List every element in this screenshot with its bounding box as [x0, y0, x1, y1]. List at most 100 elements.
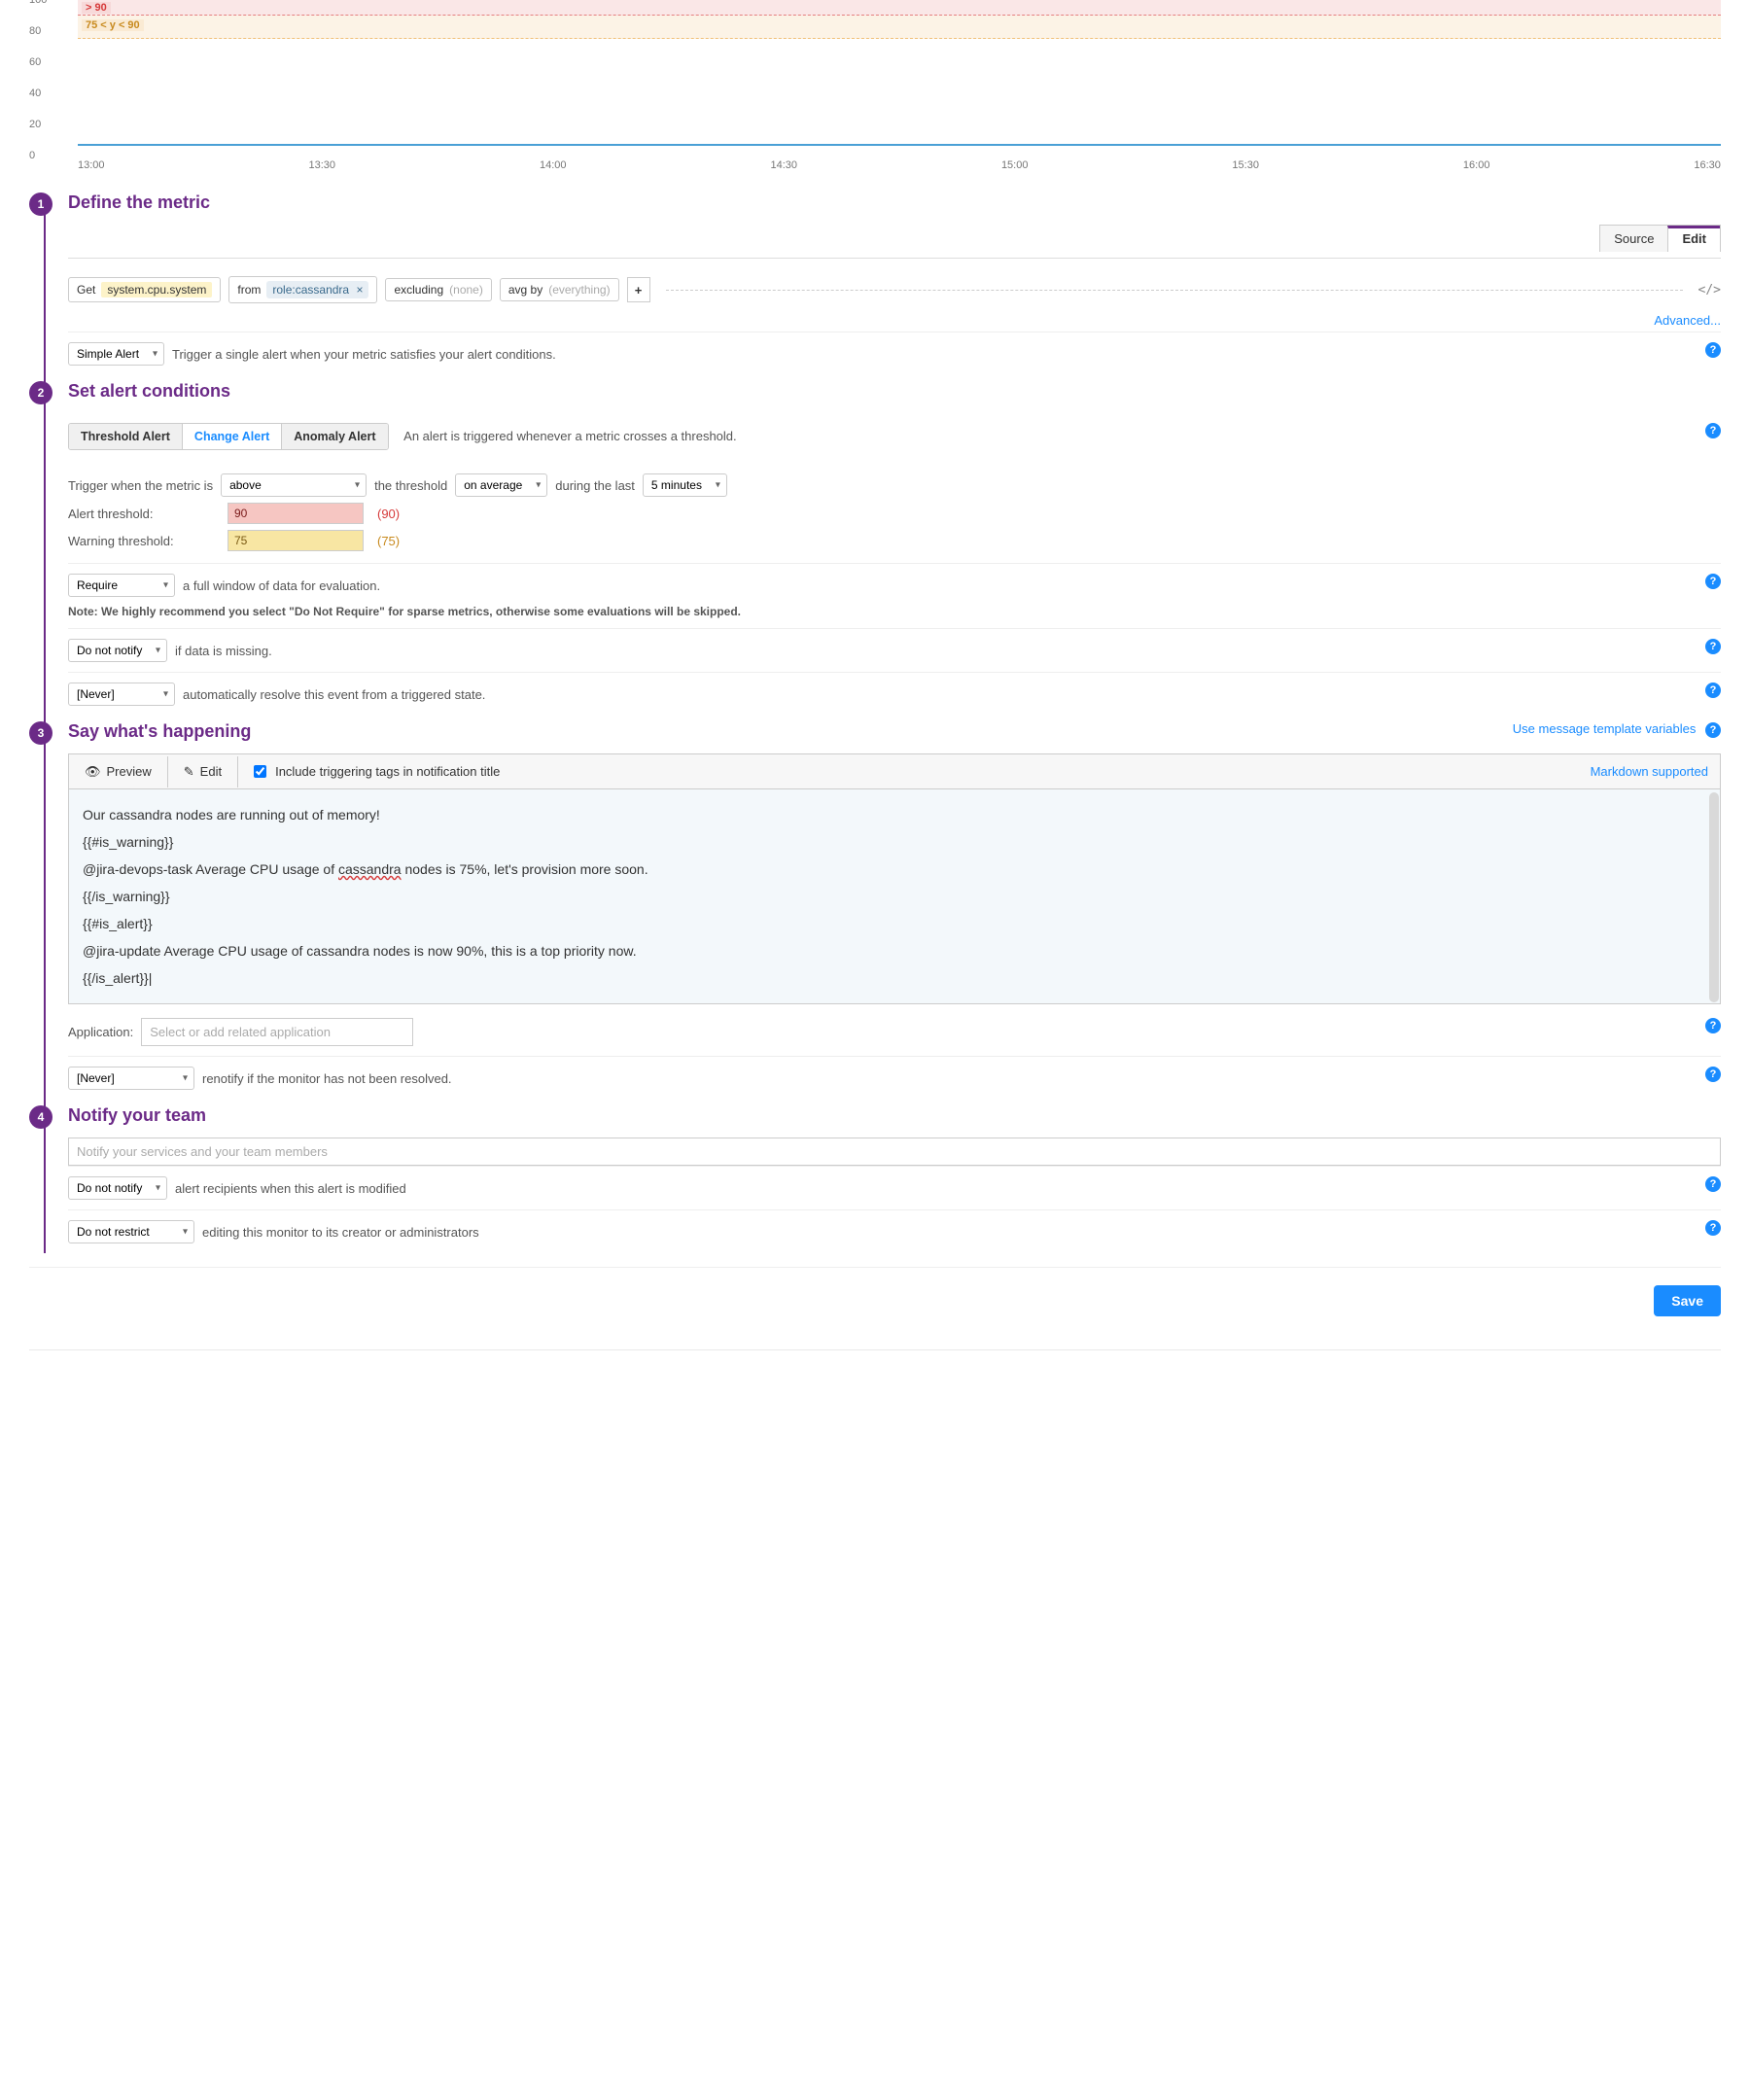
- help-icon[interactable]: ?: [1705, 639, 1721, 654]
- alert-threshold-display: (90): [377, 507, 400, 521]
- help-icon[interactable]: ?: [1705, 1220, 1721, 1236]
- trigger-mid: the threshold: [374, 478, 447, 493]
- tab-preview[interactable]: 👁 Preview: [69, 756, 168, 788]
- time-window-select[interactable]: 5 minutes: [643, 473, 727, 497]
- include-tags-label: Include triggering tags in notification …: [275, 764, 500, 779]
- from-label: from: [237, 283, 261, 297]
- application-input[interactable]: [141, 1018, 413, 1046]
- alert-method-description: An alert is triggered whenever a metric …: [403, 429, 737, 443]
- help-icon[interactable]: ?: [1705, 1176, 1721, 1192]
- message-toolbar: 👁 Preview ✎ Edit Include triggering tags…: [68, 753, 1721, 788]
- aggregation-select[interactable]: on average: [455, 473, 547, 497]
- tab-threshold-alert[interactable]: Threshold Alert: [69, 424, 182, 449]
- help-icon[interactable]: ?: [1705, 423, 1721, 438]
- include-tags-checkbox[interactable]: [254, 765, 266, 778]
- scope-tag-label: role:cassandra: [272, 283, 349, 297]
- chart-plot-area[interactable]: > 90 75 < y < 90: [78, 0, 1721, 156]
- chart-x-axis: 13:00 13:30 14:00 14:30 15:00 15:30 16:0…: [78, 159, 1721, 171]
- x-tick: 14:00: [540, 159, 567, 171]
- y-tick: 20: [29, 119, 41, 130]
- markdown-supported-link[interactable]: Markdown supported: [1579, 756, 1720, 787]
- section-title-alert-conditions: 2 Set alert conditions: [68, 381, 1721, 402]
- alert-threshold-input[interactable]: [228, 503, 364, 524]
- tab-change-alert[interactable]: Change Alert: [182, 424, 281, 449]
- y-tick: 100: [29, 0, 47, 6]
- close-icon[interactable]: ×: [356, 283, 363, 297]
- alert-threshold-label: Alert threshold:: [68, 507, 214, 521]
- renotify-text: renotify if the monitor has not been res…: [202, 1071, 452, 1086]
- y-tick: 80: [29, 25, 41, 37]
- step-badge-1: 1: [29, 192, 52, 216]
- tab-source[interactable]: Source: [1600, 226, 1667, 252]
- avg-by-value: (everything): [548, 283, 610, 297]
- notify-on-edit-select[interactable]: Do not notify: [68, 1176, 167, 1200]
- require-text: a full window of data for evaluation.: [183, 578, 380, 593]
- chart-alert-label: > 90: [82, 2, 111, 14]
- warning-threshold-display: (75): [377, 534, 400, 548]
- section-title-label: Set alert conditions: [68, 381, 230, 401]
- excluding-label: excluding: [394, 283, 443, 297]
- section-title-notify-team: 4 Notify your team: [68, 1105, 1721, 1126]
- x-tick: 15:00: [1001, 159, 1029, 171]
- comparison-select[interactable]: above: [221, 473, 367, 497]
- autoresolve-select[interactable]: [Never]: [68, 682, 175, 706]
- x-tick: 15:30: [1232, 159, 1259, 171]
- aggregate-pill[interactable]: avg by (everything): [500, 278, 619, 301]
- tab-edit-message[interactable]: ✎ Edit: [168, 756, 238, 788]
- chart-alert-band: [78, 0, 1721, 16]
- application-label: Application:: [68, 1025, 133, 1039]
- eye-icon: 👁: [85, 764, 101, 780]
- help-icon[interactable]: ?: [1705, 682, 1721, 698]
- x-tick: 13:30: [308, 159, 335, 171]
- x-tick: 16:30: [1694, 159, 1721, 171]
- metric-name-chip[interactable]: system.cpu.system: [101, 282, 212, 298]
- x-tick: 14:30: [770, 159, 797, 171]
- warning-threshold-input[interactable]: [228, 530, 364, 551]
- renotify-select[interactable]: [Never]: [68, 1067, 194, 1090]
- autoresolve-text: automatically resolve this event from a …: [183, 687, 485, 702]
- y-tick: 60: [29, 56, 41, 68]
- advanced-link[interactable]: Advanced...: [1654, 313, 1721, 328]
- help-icon[interactable]: ?: [1705, 1067, 1721, 1082]
- preview-label: Preview: [107, 764, 152, 779]
- tab-edit[interactable]: Edit: [1667, 226, 1720, 252]
- chart-series-line: [78, 144, 1721, 146]
- edit-label: Edit: [200, 764, 222, 779]
- section-title-say-whats-happening: 3 Say what's happening Use message templ…: [68, 721, 1721, 742]
- excluding-value: (none): [449, 283, 483, 297]
- tab-anomaly-alert[interactable]: Anomaly Alert: [281, 424, 387, 449]
- scope-tag[interactable]: role:cassandra ×: [266, 281, 368, 298]
- metric-query-row: Get system.cpu.system from role:cassandr…: [68, 272, 1721, 313]
- from-pill[interactable]: from role:cassandra ×: [228, 276, 377, 303]
- alert-type-description: Trigger a single alert when your metric …: [172, 347, 556, 362]
- chart-warning-band: [78, 16, 1721, 39]
- message-textarea[interactable]: Our cassandra nodes are running out of m…: [68, 788, 1721, 1004]
- add-query-button[interactable]: +: [627, 277, 650, 302]
- require-select[interactable]: Require: [68, 574, 175, 597]
- source-edit-toggle: Source Edit: [1599, 225, 1721, 252]
- notify-on-edit-text: alert recipients when this alert is modi…: [175, 1181, 406, 1196]
- excluding-pill[interactable]: excluding (none): [385, 278, 491, 301]
- trigger-prefix: Trigger when the metric is: [68, 478, 213, 493]
- missing-data-select[interactable]: Do not notify: [68, 639, 167, 662]
- x-tick: 16:00: [1463, 159, 1490, 171]
- help-icon[interactable]: ?: [1705, 342, 1721, 358]
- scrollbar[interactable]: [1709, 792, 1719, 1002]
- dashed-connector: [666, 290, 1683, 291]
- notify-team-input[interactable]: [68, 1138, 1721, 1166]
- restrict-edit-select[interactable]: Do not restrict: [68, 1220, 194, 1243]
- y-tick: 40: [29, 88, 41, 99]
- y-tick: 0: [29, 150, 35, 161]
- restrict-edit-text: editing this monitor to its creator or a…: [202, 1225, 479, 1240]
- get-pill[interactable]: Get system.cpu.system: [68, 277, 221, 302]
- section-title-define-metric: 1 Define the metric: [68, 192, 1721, 213]
- help-icon[interactable]: ?: [1705, 574, 1721, 589]
- save-button[interactable]: Save: [1654, 1285, 1721, 1316]
- step-badge-4: 4: [29, 1105, 52, 1129]
- code-icon[interactable]: </>: [1698, 283, 1721, 298]
- template-variables-link[interactable]: Use message template variables: [1513, 721, 1697, 736]
- warning-threshold-label: Warning threshold:: [68, 534, 214, 548]
- help-icon[interactable]: ?: [1705, 1018, 1721, 1033]
- help-icon[interactable]: ?: [1705, 722, 1721, 738]
- alert-type-select[interactable]: Simple Alert: [68, 342, 164, 366]
